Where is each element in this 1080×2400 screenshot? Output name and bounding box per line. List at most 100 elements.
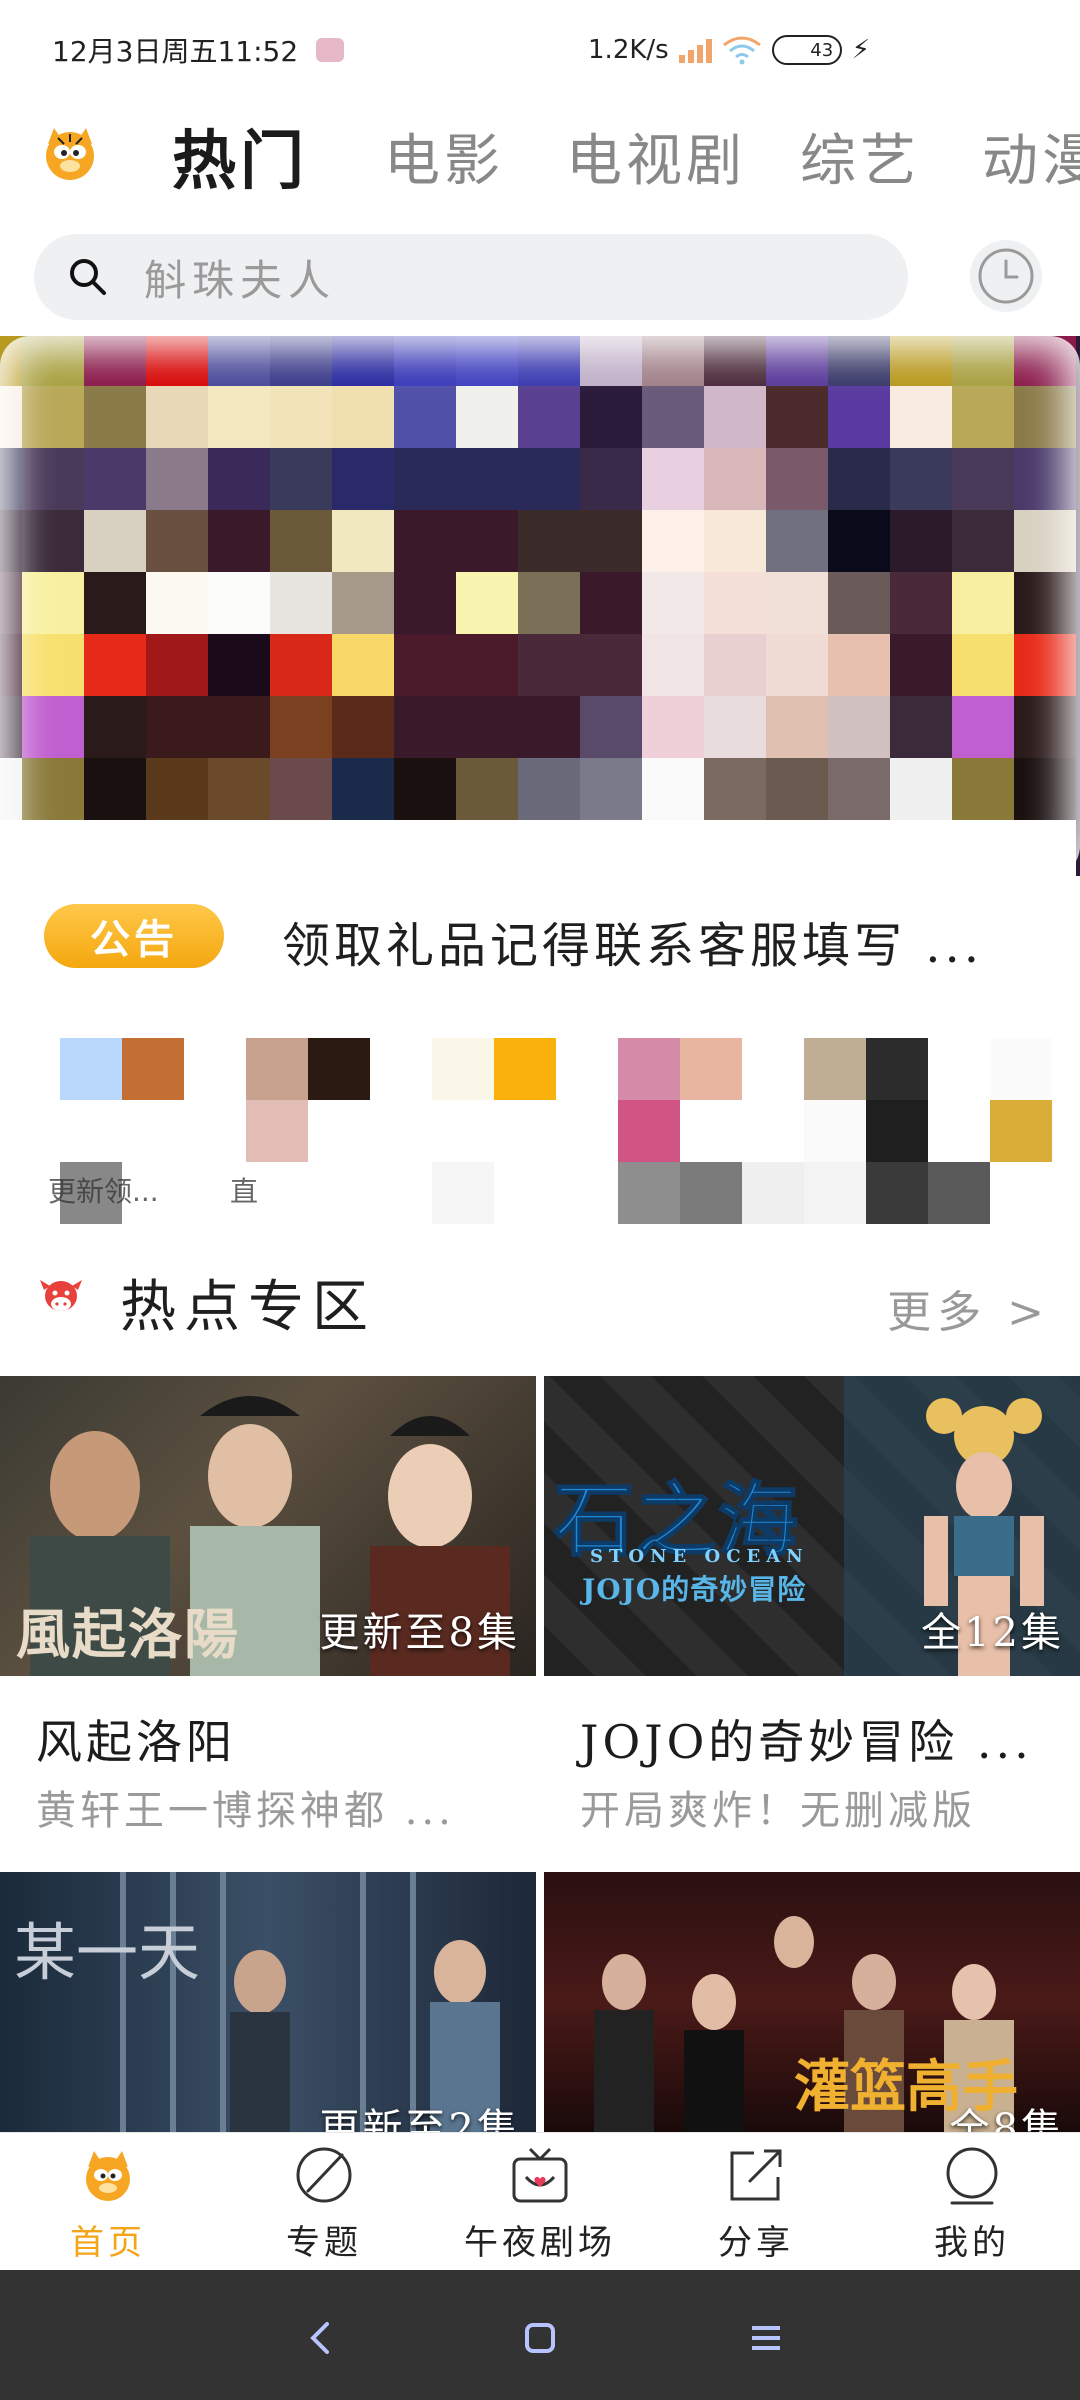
poster-title: 某一天: [14, 1916, 201, 1989]
banner-pixel: [828, 336, 890, 386]
nav-label: 分享: [718, 2223, 794, 2263]
banner-pixel: [146, 696, 208, 758]
banner-pixel: [456, 448, 518, 510]
banner-pixel: [828, 510, 890, 572]
banner-pixel: [332, 448, 394, 510]
home-garfield-icon: [86, 2151, 130, 2201]
banner-pixel: [1014, 696, 1076, 758]
quick-link-3[interactable]: [432, 1038, 556, 1224]
banner-pixel: [270, 696, 332, 758]
banner-pixel: [1014, 386, 1076, 448]
banner-pixel: [332, 820, 394, 876]
banner-pixel: [456, 386, 518, 448]
banner-pixel: [580, 634, 642, 696]
banner-pixel: [332, 696, 394, 758]
banner-pixel: [890, 510, 952, 572]
recents-button[interactable]: [736, 2308, 796, 2368]
banner-pixel: [84, 448, 146, 510]
banner-pixel: [642, 448, 704, 510]
banner-pixel: [580, 448, 642, 510]
banner-pixel: [890, 448, 952, 510]
banner-pixel: [642, 696, 704, 758]
banner-pixel: [704, 758, 766, 820]
banner-pixel: [146, 386, 208, 448]
banner-pixel: [208, 336, 270, 386]
banner-pixel: [456, 336, 518, 386]
banner-pixel: [332, 634, 394, 696]
quick-link-1[interactable]: 更新领...: [48, 1038, 184, 1224]
content-card[interactable]: 風起洛陽 更新至8集 风起洛阳 黄轩王一博探神都 ...: [0, 1376, 536, 1836]
quick-link-4[interactable]: [618, 1038, 742, 1224]
banner-pixel: [208, 696, 270, 758]
banner-pixel: [0, 336, 22, 386]
banner-pixel: [146, 758, 208, 820]
banner-pixel: [518, 510, 580, 572]
tab-anime[interactable]: 动漫: [982, 116, 1080, 197]
banner-pixel: [580, 758, 642, 820]
card-subtitle: 开局爽炸！无删减版: [580, 1788, 976, 1834]
bottom-nav: 首页 专题 午夜剧场 分享 我的: [0, 2132, 1080, 2270]
tab-movie[interactable]: 电影: [384, 116, 504, 197]
notice-text: 领取礼品记得联系客服填写 ...: [282, 918, 984, 974]
banner-pixel: [394, 820, 456, 876]
banner-pixel: [1014, 820, 1076, 876]
banner-pixel: [580, 820, 642, 876]
home-square-icon: [525, 2323, 555, 2353]
content-card[interactable]: 某一天 更新至2集: [0, 1872, 536, 2132]
quick-link-5[interactable]: [742, 1038, 928, 1224]
back-button[interactable]: [290, 2308, 350, 2368]
tv-heart-icon: [512, 2147, 568, 2203]
banner-pixel: [22, 634, 84, 696]
notice-badge: 公告: [44, 904, 224, 968]
banner-pixel: [146, 634, 208, 696]
card-poster: 石之海 STONE OCEAN JOJO的奇妙冒险 全12集: [544, 1376, 1080, 1676]
banner-pixel: [890, 572, 952, 634]
tab-tv-series[interactable]: 电视剧: [566, 116, 746, 197]
share-icon: [730, 2149, 782, 2201]
home-button[interactable]: [510, 2308, 570, 2368]
menu-icon: [752, 2326, 780, 2350]
system-nav-bar: [0, 2270, 1080, 2400]
banner-pixel: [642, 758, 704, 820]
banner-pixel: [456, 758, 518, 820]
banner-pixel: [456, 510, 518, 572]
banner-pixel: [0, 448, 22, 510]
banner-pixel: [828, 820, 890, 876]
banner-pixel: [704, 448, 766, 510]
promo-banner[interactable]: [0, 336, 1080, 876]
garfield-logo-icon[interactable]: [38, 122, 102, 186]
banner-pixel: [952, 448, 1014, 510]
banner-pixel: [952, 820, 1014, 876]
nav-label: 专题: [286, 2223, 362, 2263]
notice-bar[interactable]: 公告 领取礼品记得联系客服填写 ...: [0, 884, 1080, 988]
nav-midnight-theater[interactable]: 午夜剧场: [432, 2143, 648, 2271]
banner-pixel: [270, 758, 332, 820]
tab-hot[interactable]: 热门: [172, 110, 308, 202]
quick-links: 更新领... 直: [0, 1038, 1080, 1228]
episode-badge: 更新至8集: [319, 1610, 520, 1656]
nav-topics[interactable]: 专题: [216, 2143, 432, 2271]
banner-pixel: [766, 510, 828, 572]
more-link[interactable]: 更多 >: [887, 1276, 1050, 1340]
banner-pixel: [208, 820, 270, 876]
quick-link-6[interactable]: [928, 1038, 1052, 1224]
content-card[interactable]: 石之海 STONE OCEAN JOJO的奇妙冒险 全12集 JOJO的奇妙冒险…: [544, 1376, 1080, 1836]
content-card[interactable]: 灌篮高手 全8集: [544, 1872, 1080, 2132]
nav-mine[interactable]: 我的: [864, 2143, 1080, 2271]
banner-pixel: [84, 386, 146, 448]
history-button[interactable]: [970, 240, 1042, 312]
banner-pixel: [704, 386, 766, 448]
poster-title: 風起洛陽: [16, 1602, 240, 1666]
nav-share[interactable]: 分享: [648, 2143, 864, 2271]
banner-pixel: [84, 572, 146, 634]
tab-variety[interactable]: 综艺: [800, 116, 920, 197]
banner-pixel: [828, 758, 890, 820]
nav-home[interactable]: 首页: [0, 2143, 216, 2271]
banner-pixel: [580, 386, 642, 448]
clock-icon: [978, 248, 1034, 304]
banner-pixel: [0, 572, 22, 634]
quick-link-2[interactable]: 直: [230, 1038, 370, 1224]
search-placeholder: 斛珠夫人: [144, 255, 337, 305]
banner-pixel: [394, 634, 456, 696]
search-input[interactable]: 斛珠夫人: [34, 234, 908, 320]
